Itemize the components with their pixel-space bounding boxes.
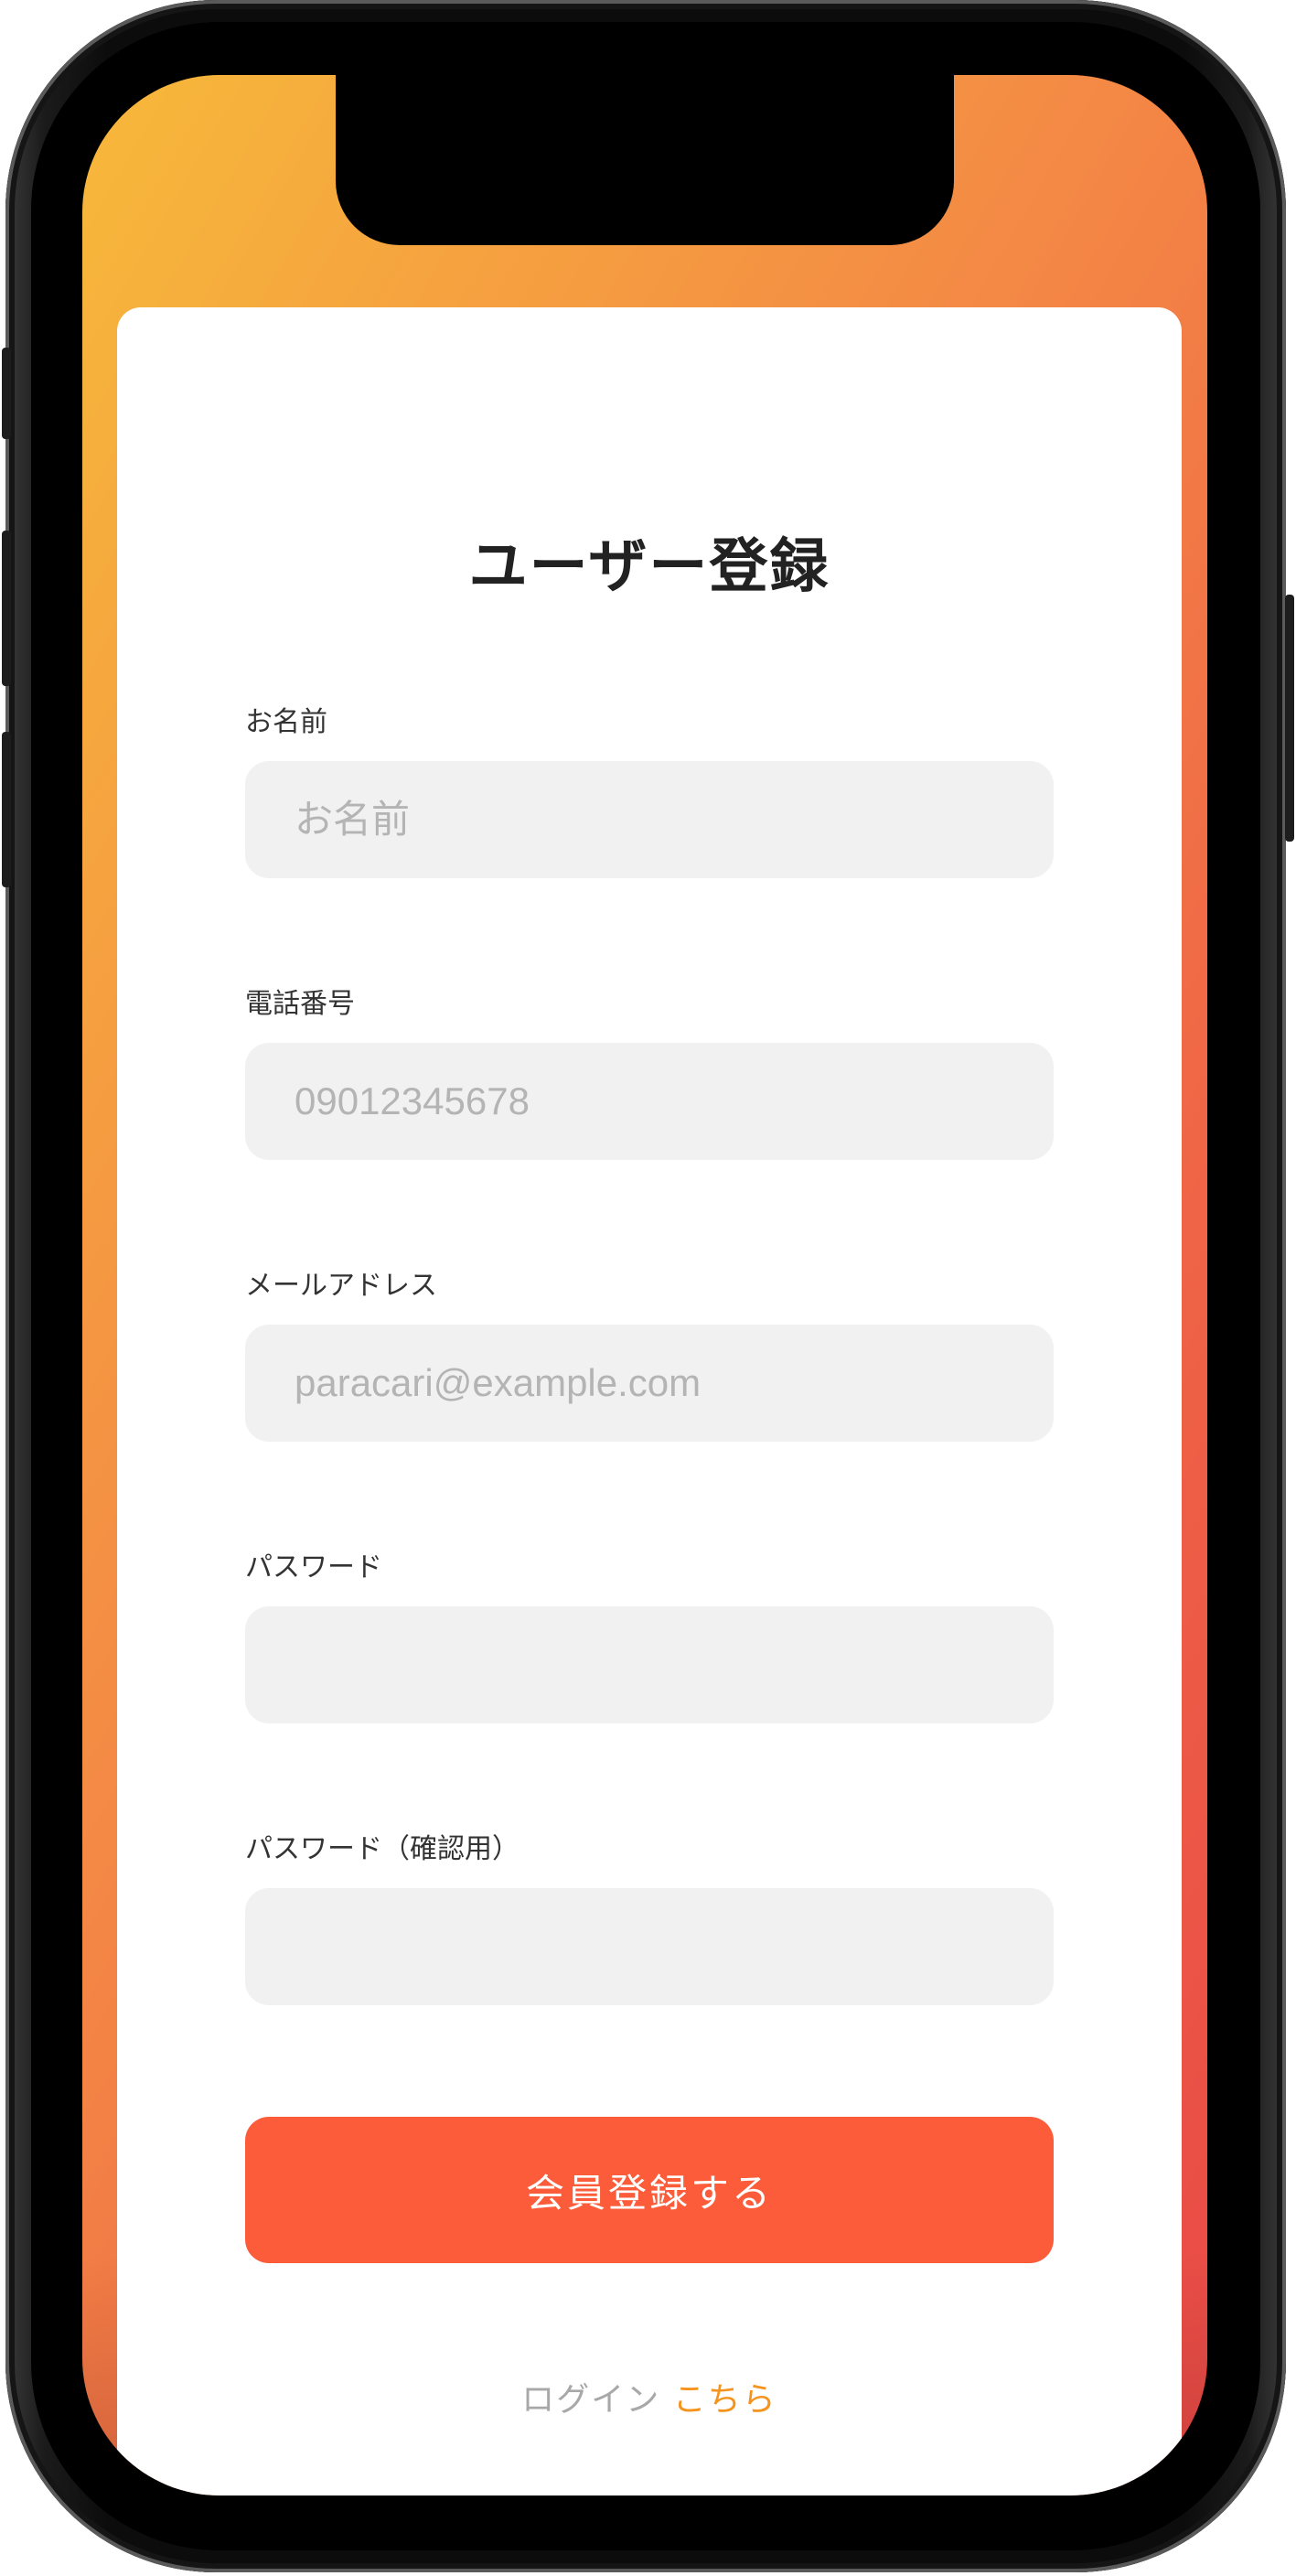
login-prefix-text: ログイン <box>521 2381 661 2419</box>
page-title: ユーザー登録 <box>468 533 830 601</box>
password-label: パスワード <box>245 1551 382 1583</box>
email-input[interactable] <box>245 1325 1054 1442</box>
volume-up-button <box>2 531 11 686</box>
register-button[interactable]: 会員登録する <box>245 2117 1054 2263</box>
power-button <box>1285 595 1294 842</box>
app-mockup: ユーザー登録 お名前 電話番号 メールアドレス パスワード パスワード（確認用）… <box>0 0 1296 2576</box>
login-link[interactable]: こちら <box>673 2381 777 2419</box>
password-confirm-label: パスワード（確認用） <box>245 1833 519 1865</box>
phone-screen: ユーザー登録 お名前 電話番号 メールアドレス パスワード パスワード（確認用）… <box>82 75 1207 2496</box>
name-label: お名前 <box>245 706 327 738</box>
password-input[interactable] <box>245 1606 1054 1723</box>
volume-down-button <box>2 732 11 887</box>
phone-input[interactable] <box>245 1043 1054 1160</box>
login-prompt: ログイン こちら <box>117 2373 1182 2420</box>
silent-switch <box>2 348 11 439</box>
registration-card: ユーザー登録 お名前 電話番号 メールアドレス パスワード パスワード（確認用）… <box>117 307 1182 2496</box>
phone-label: 電話番号 <box>245 988 355 1020</box>
notch <box>336 75 954 245</box>
password-confirm-input[interactable] <box>245 1888 1054 2005</box>
email-label: メールアドレス <box>245 1270 437 1302</box>
name-input[interactable] <box>245 761 1054 878</box>
